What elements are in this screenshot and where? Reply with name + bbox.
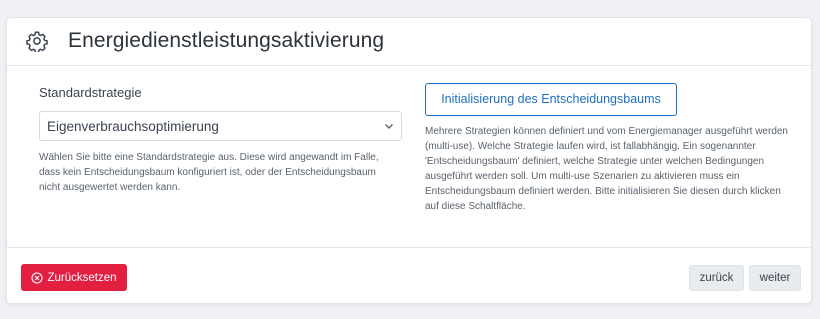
gear-icon xyxy=(26,31,48,52)
reset-button[interactable]: Zurücksetzen xyxy=(21,264,127,291)
strategy-select-value: Eigenverbrauchsoptimierung xyxy=(47,119,219,134)
next-button[interactable]: weiter xyxy=(749,265,801,291)
reset-button-label: Zurücksetzen xyxy=(47,271,117,284)
chevron-down-icon xyxy=(385,124,393,129)
energy-service-card: Energiedienstleistungsaktivierung Standa… xyxy=(6,17,812,304)
back-button[interactable]: zurück xyxy=(689,265,744,291)
decision-tree-help-text: Mehrere Strategien können definiert und … xyxy=(425,126,788,212)
page-title: Energiedienstleistungsaktivierung xyxy=(68,29,385,52)
strategy-select[interactable]: Eigenverbrauchsoptimierung xyxy=(39,111,402,141)
card-header: Energiedienstleistungsaktivierung xyxy=(7,18,811,66)
footer-divider xyxy=(7,247,811,248)
close-circle-icon xyxy=(31,271,44,284)
strategy-help-text: Wählen Sie bitte eine Standardstrategie … xyxy=(39,152,379,193)
strategy-label: Standardstrategie xyxy=(39,85,142,100)
init-decision-tree-button[interactable]: Initialisierung des Entscheidungsbaums xyxy=(425,83,677,116)
